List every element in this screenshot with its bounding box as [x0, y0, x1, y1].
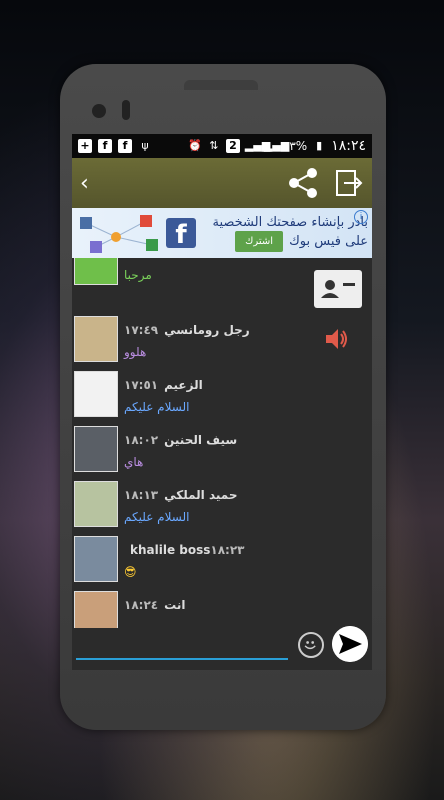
message-header	[124, 258, 130, 260]
app-bar: ‹	[72, 158, 372, 208]
sender-name: رجل رومانسي	[164, 323, 250, 337]
message-text: مرحبا	[124, 268, 152, 282]
chat-message-row[interactable]: انت ١٨:٢٤.	[72, 588, 304, 628]
ad-subline: على فيس بوك	[289, 234, 368, 249]
message-time: ١٨:١٣	[124, 488, 159, 502]
avatar[interactable]	[74, 316, 118, 362]
contact-card-button[interactable]	[314, 270, 362, 308]
message-time: ١٧:٥١	[124, 378, 159, 392]
sender-name: سيف الحنين	[164, 433, 238, 447]
ad-subscribe-button[interactable]: اشترك	[235, 231, 284, 252]
share-icon[interactable]	[286, 166, 320, 200]
chat-message-row[interactable]: khalile boss١٨:٢٣ 😎	[72, 533, 304, 588]
avatar[interactable]	[74, 481, 118, 527]
ad-info-icon[interactable]: i	[354, 210, 368, 224]
signal-icon: ▂▄▆	[263, 139, 290, 152]
battery-percent: ٦٣%	[282, 139, 308, 153]
message-text: السلام عليكم	[124, 400, 190, 414]
avatar[interactable]	[74, 258, 118, 285]
contact-card-icon	[321, 280, 355, 298]
ad-headline: بادر بإنشاء صفحتك الشخصية	[212, 215, 368, 230]
send-icon[interactable]	[332, 626, 368, 662]
chat-message-row[interactable]: حميد الملكي ١٨:١٣ السلام عليكم	[72, 478, 304, 533]
proximity-sensor	[122, 100, 130, 120]
data-transfer-icon: ⇅	[209, 139, 219, 152]
sim-badge: 2	[225, 139, 240, 153]
message-composer	[72, 626, 372, 670]
message-text: هلوو	[124, 345, 147, 359]
message-time: ١٨:٠٢	[124, 433, 159, 447]
chat-message-row[interactable]: الزعيم ١٧:٥١ السلام عليكم	[72, 368, 304, 423]
message-text: 😎	[124, 565, 137, 579]
message-text: هاي	[124, 455, 144, 469]
avatar[interactable]	[74, 426, 118, 472]
message-time: ١٨:٢٤	[124, 598, 159, 612]
message-header: سيف الحنين ١٨:٠٢	[124, 433, 237, 447]
facebook-notification-icon: f	[118, 139, 132, 153]
message-header: انت ١٨:٢٤	[124, 598, 185, 612]
message-input[interactable]	[76, 658, 288, 660]
sender-name: انت	[164, 598, 186, 612]
message-time: ١٨:٢٣	[210, 543, 245, 557]
sender-name: khalile boss	[130, 543, 211, 557]
sender-name: حميد الملكي	[164, 488, 238, 502]
emoji-icon[interactable]	[298, 632, 324, 658]
clock: ١٨:٢٤	[331, 138, 366, 154]
back-icon[interactable]: ‹	[80, 171, 100, 196]
ad-banner[interactable]: f بادر بإنشاء صفحتك الشخصية اشترك على في…	[72, 208, 372, 258]
status-bar: + f f ψ ⏰ ⇅ 2 ▂▄▆ ▂▄▆ ٦٣% ▮ ١٨:٢٤	[72, 134, 372, 158]
message-text: السلام عليكم	[124, 510, 190, 524]
chat-message-row[interactable]: رجل رومانسي ١٧:٤٩ هلوو	[72, 313, 304, 368]
battery-icon: ▮	[316, 139, 323, 152]
alarm-icon: ⏰	[188, 139, 202, 152]
chat-list[interactable]: مرحبا رجل رومانسي ١٧:٤٩ هلوو الزعيم ١٧:٥١ السل…	[72, 258, 304, 628]
message-header: khalile boss١٨:٢٣	[124, 543, 245, 557]
message-header: رجل رومانسي ١٧:٤٩	[124, 323, 250, 337]
exit-icon[interactable]	[334, 168, 364, 198]
message-text: .	[124, 620, 128, 628]
message-time: ١٧:٤٩	[124, 323, 159, 337]
phone-top	[184, 80, 258, 90]
add-notification-icon: +	[78, 139, 92, 153]
network-graphic	[80, 215, 158, 253]
chat-message-row[interactable]: مرحبا	[72, 258, 304, 291]
chat-message-row[interactable]: سيف الحنين ١٨:٠٢ هاي	[72, 423, 304, 478]
avatar[interactable]	[74, 371, 118, 417]
sender-name: الزعيم	[164, 378, 203, 392]
facebook-logo: f	[166, 218, 196, 250]
avatar[interactable]	[74, 536, 118, 582]
message-header: حميد الملكي ١٨:١٣	[124, 488, 238, 502]
facebook-notification-icon: f	[98, 139, 112, 153]
avatar[interactable]	[74, 591, 118, 628]
message-header: الزعيم ١٧:٥١	[124, 378, 203, 392]
usb-icon: ψ	[141, 139, 149, 152]
app-screen: + f f ψ ⏰ ⇅ 2 ▂▄▆ ▂▄▆ ٦٣% ▮ ١٨:٢٤ ‹ f با…	[72, 134, 372, 670]
signal-icon: ▂▄▆	[244, 139, 271, 152]
speaker-icon[interactable]	[324, 326, 350, 352]
front-camera	[92, 104, 106, 118]
